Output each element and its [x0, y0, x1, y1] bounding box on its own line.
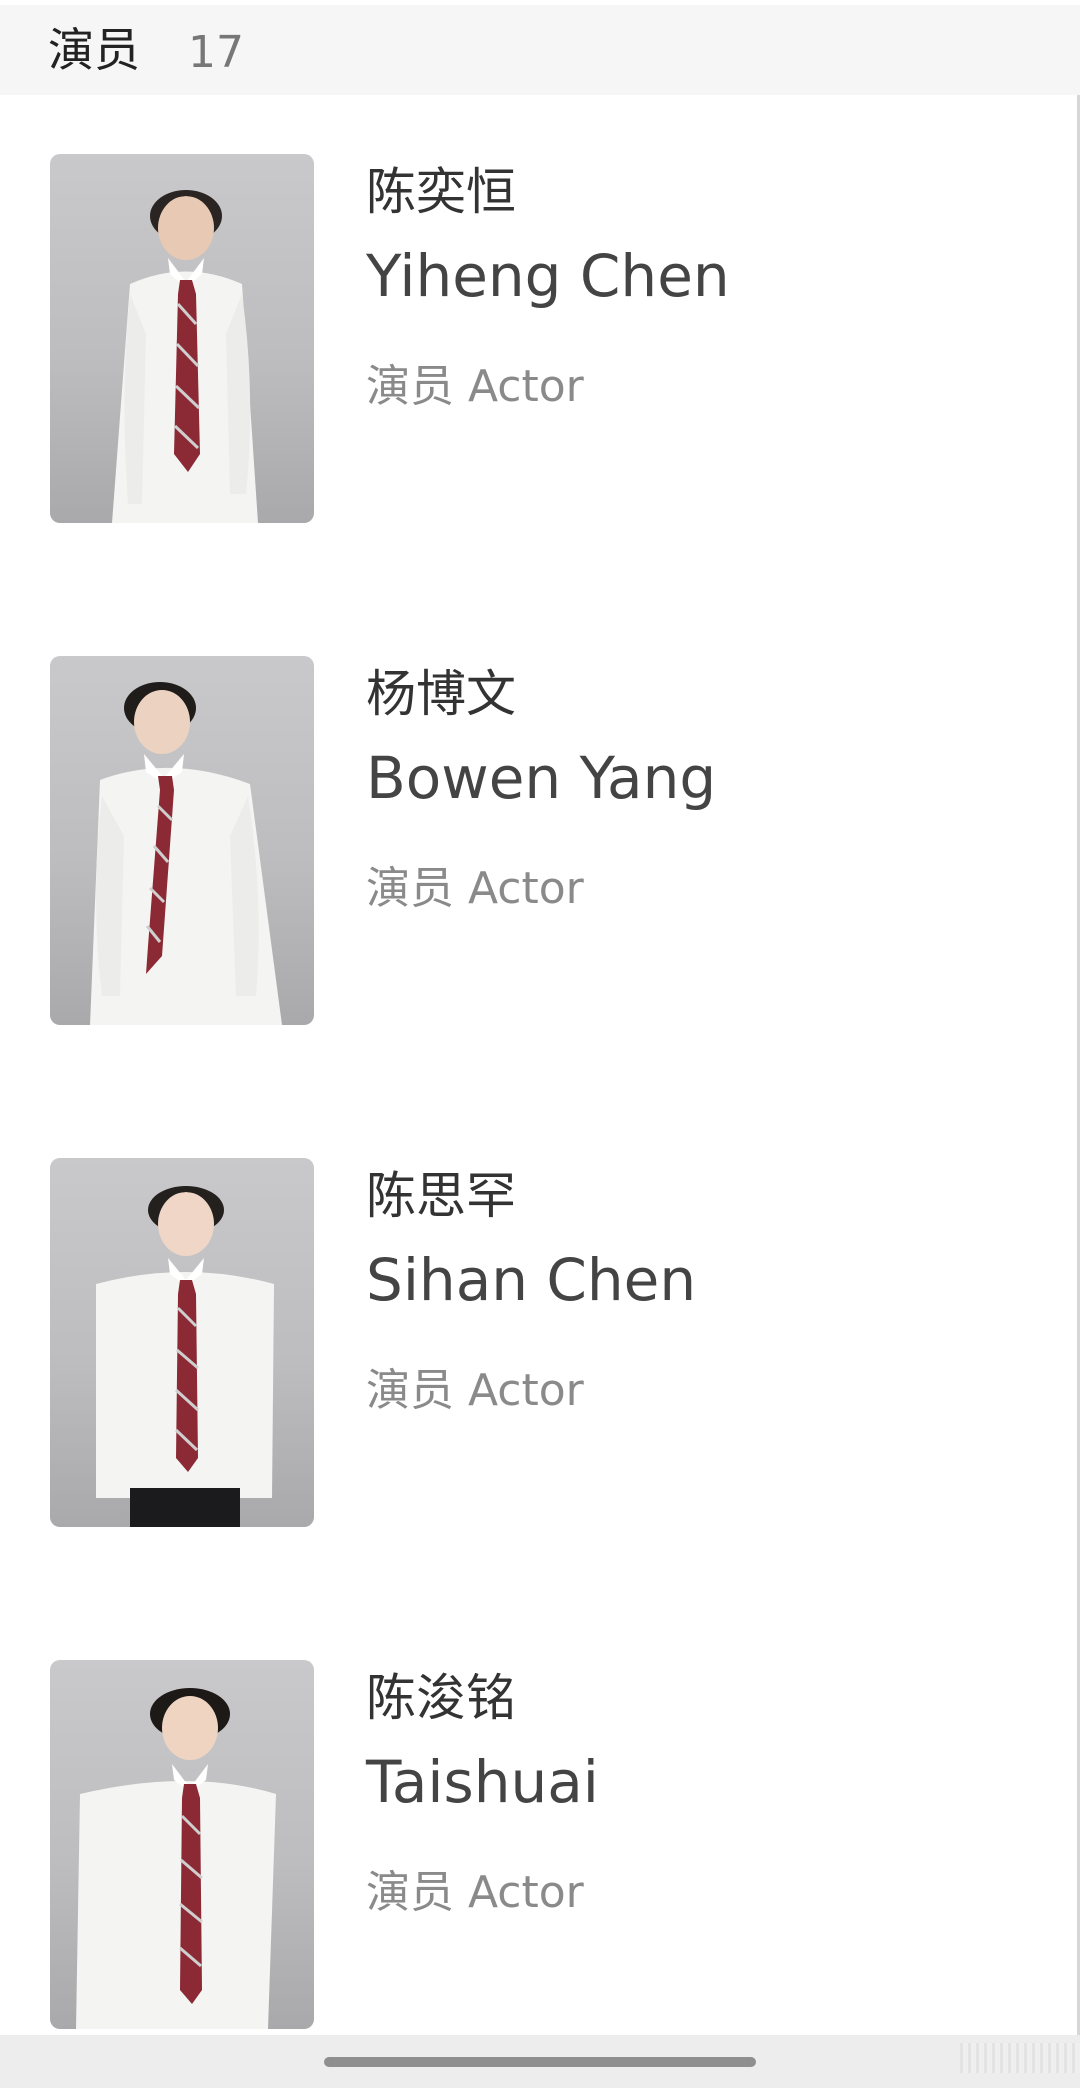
- cast-page: 演员 17 陈奕恒 Yiheng Chen 演员 Actor 杨博文 Bowen…: [0, 0, 1080, 2088]
- home-indicator-handle[interactable]: [324, 2057, 756, 2067]
- actor-name-english: Sihan Chen: [366, 1246, 697, 1314]
- actor-name-chinese: 陈思罕: [366, 1167, 516, 1225]
- actor-photo[interactable]: [50, 1660, 314, 2029]
- actor-portrait-image: [76, 1688, 276, 2029]
- section-title: 演员: [48, 23, 140, 77]
- actor-role: 演员 Actor: [366, 863, 584, 914]
- cast-count: 17: [188, 27, 244, 78]
- navigation-bar-texture: [960, 2043, 1080, 2073]
- actor-photo[interactable]: [50, 154, 314, 523]
- cast-item[interactable]: 陈思罕 Sihan Chen 演员 Actor: [0, 1099, 1076, 1527]
- actor-name-chinese: 陈奕恒: [366, 163, 516, 221]
- actor-name-english: Taishuai: [366, 1748, 599, 1816]
- actor-role: 演员 Actor: [366, 1365, 584, 1416]
- actor-name-chinese: 杨博文: [366, 665, 516, 723]
- cast-item[interactable]: 杨博文 Bowen Yang 演员 Actor: [0, 597, 1076, 1025]
- actor-name-english: Yiheng Chen: [366, 242, 730, 310]
- actor-name-chinese: 陈浚铭: [366, 1669, 516, 1727]
- cast-header: 演员 17: [0, 5, 1080, 95]
- actor-portrait-image: [90, 682, 282, 1025]
- actor-portrait-image: [96, 1186, 274, 1527]
- actor-role: 演员 Actor: [366, 361, 584, 412]
- actor-role: 演员 Actor: [366, 1867, 584, 1918]
- actor-portrait-image: [112, 190, 258, 523]
- actor-photo[interactable]: [50, 656, 314, 1025]
- cast-item[interactable]: 陈奕恒 Yiheng Chen 演员 Actor: [0, 95, 1076, 523]
- cast-item[interactable]: 陈浚铭 Taishuai 演员 Actor: [0, 1601, 1076, 2029]
- actor-photo[interactable]: [50, 1158, 314, 1527]
- actor-name-english: Bowen Yang: [366, 744, 717, 812]
